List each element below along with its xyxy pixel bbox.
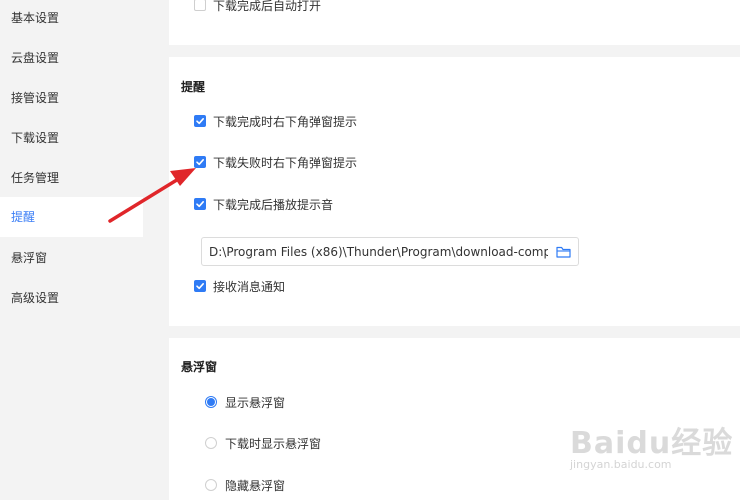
check-icon [196, 283, 204, 290]
download-failed-popup-row[interactable]: 下载失败时右下角弹窗提示 [194, 154, 357, 170]
download-failed-popup-checkbox[interactable] [194, 156, 206, 168]
show-on-download-radio[interactable] [205, 437, 217, 449]
play-sound-checkbox[interactable] [194, 198, 206, 210]
hide-floating-window-label: 隐藏悬浮窗 [225, 478, 286, 493]
check-icon [196, 201, 204, 208]
auto-open-label: 下载完成后自动打开 [213, 0, 322, 13]
play-sound-label: 下载完成后播放提示音 [213, 197, 334, 212]
check-icon [196, 159, 204, 166]
sidebar-item-takeover-settings[interactable]: 接管设置 [0, 78, 143, 118]
sidebar-item-cloud-settings[interactable]: 云盘设置 [0, 38, 143, 78]
sound-path-input[interactable] [202, 244, 548, 259]
remind-section-title: 提醒 [181, 80, 206, 94]
remind-card: 提醒 下载完成时右下角弹窗提示 下载失败时右下角弹窗提示 下载完成后播放提示音 [169, 57, 740, 326]
show-floating-window-option[interactable]: 显示悬浮窗 [205, 394, 285, 410]
sidebar-item-basic-settings[interactable]: 基本设置 [0, 0, 143, 38]
sound-path-field[interactable] [201, 237, 579, 266]
baidu-watermark: Baidu经验 jingyan.baidu.com [570, 418, 735, 471]
sidebar-item-floating-window[interactable]: 悬浮窗 [0, 238, 143, 278]
folder-icon [555, 246, 571, 258]
show-floating-window-radio[interactable] [205, 396, 217, 408]
sidebar-item-remind[interactable]: 提醒 [0, 197, 143, 237]
sidebar-item-advanced-settings[interactable]: 高级设置 [0, 278, 143, 318]
receive-message-label: 接收消息通知 [213, 279, 286, 294]
sidebar-item-task-management[interactable]: 任务管理 [0, 158, 143, 198]
download-complete-popup-row[interactable]: 下载完成时右下角弹窗提示 [194, 113, 357, 129]
hide-floating-window-radio[interactable] [205, 479, 217, 491]
watermark-brand: Baidu经验 [570, 426, 734, 461]
download-settings-card: 下载完成后自动打开 [169, 0, 740, 45]
floating-window-section-title: 悬浮窗 [181, 360, 218, 374]
download-failed-popup-label: 下载失败时右下角弹窗提示 [213, 155, 358, 170]
receive-message-row[interactable]: 接收消息通知 [194, 278, 285, 294]
watermark-url: jingyan.baidu.com [570, 458, 672, 471]
show-floating-window-label: 显示悬浮窗 [225, 395, 286, 410]
browse-folder-button[interactable] [548, 238, 578, 265]
show-on-download-label: 下载时显示悬浮窗 [225, 436, 322, 451]
play-sound-row[interactable]: 下载完成后播放提示音 [194, 196, 333, 212]
download-complete-popup-checkbox[interactable] [194, 115, 206, 127]
download-complete-popup-label: 下载完成时右下角弹窗提示 [213, 114, 358, 129]
check-icon [196, 118, 204, 125]
auto-open-checkbox-row[interactable]: 下载完成后自动打开 [194, 0, 321, 13]
sidebar: 基本设置 云盘设置 接管设置 下载设置 任务管理 提醒 悬浮窗 高级设置 [0, 0, 168, 500]
hide-floating-window-option[interactable]: 隐藏悬浮窗 [205, 477, 285, 493]
receive-message-checkbox[interactable] [194, 280, 206, 292]
auto-open-checkbox[interactable] [194, 0, 206, 11]
show-on-download-option[interactable]: 下载时显示悬浮窗 [205, 435, 321, 451]
sidebar-item-download-settings[interactable]: 下载设置 [0, 118, 143, 158]
